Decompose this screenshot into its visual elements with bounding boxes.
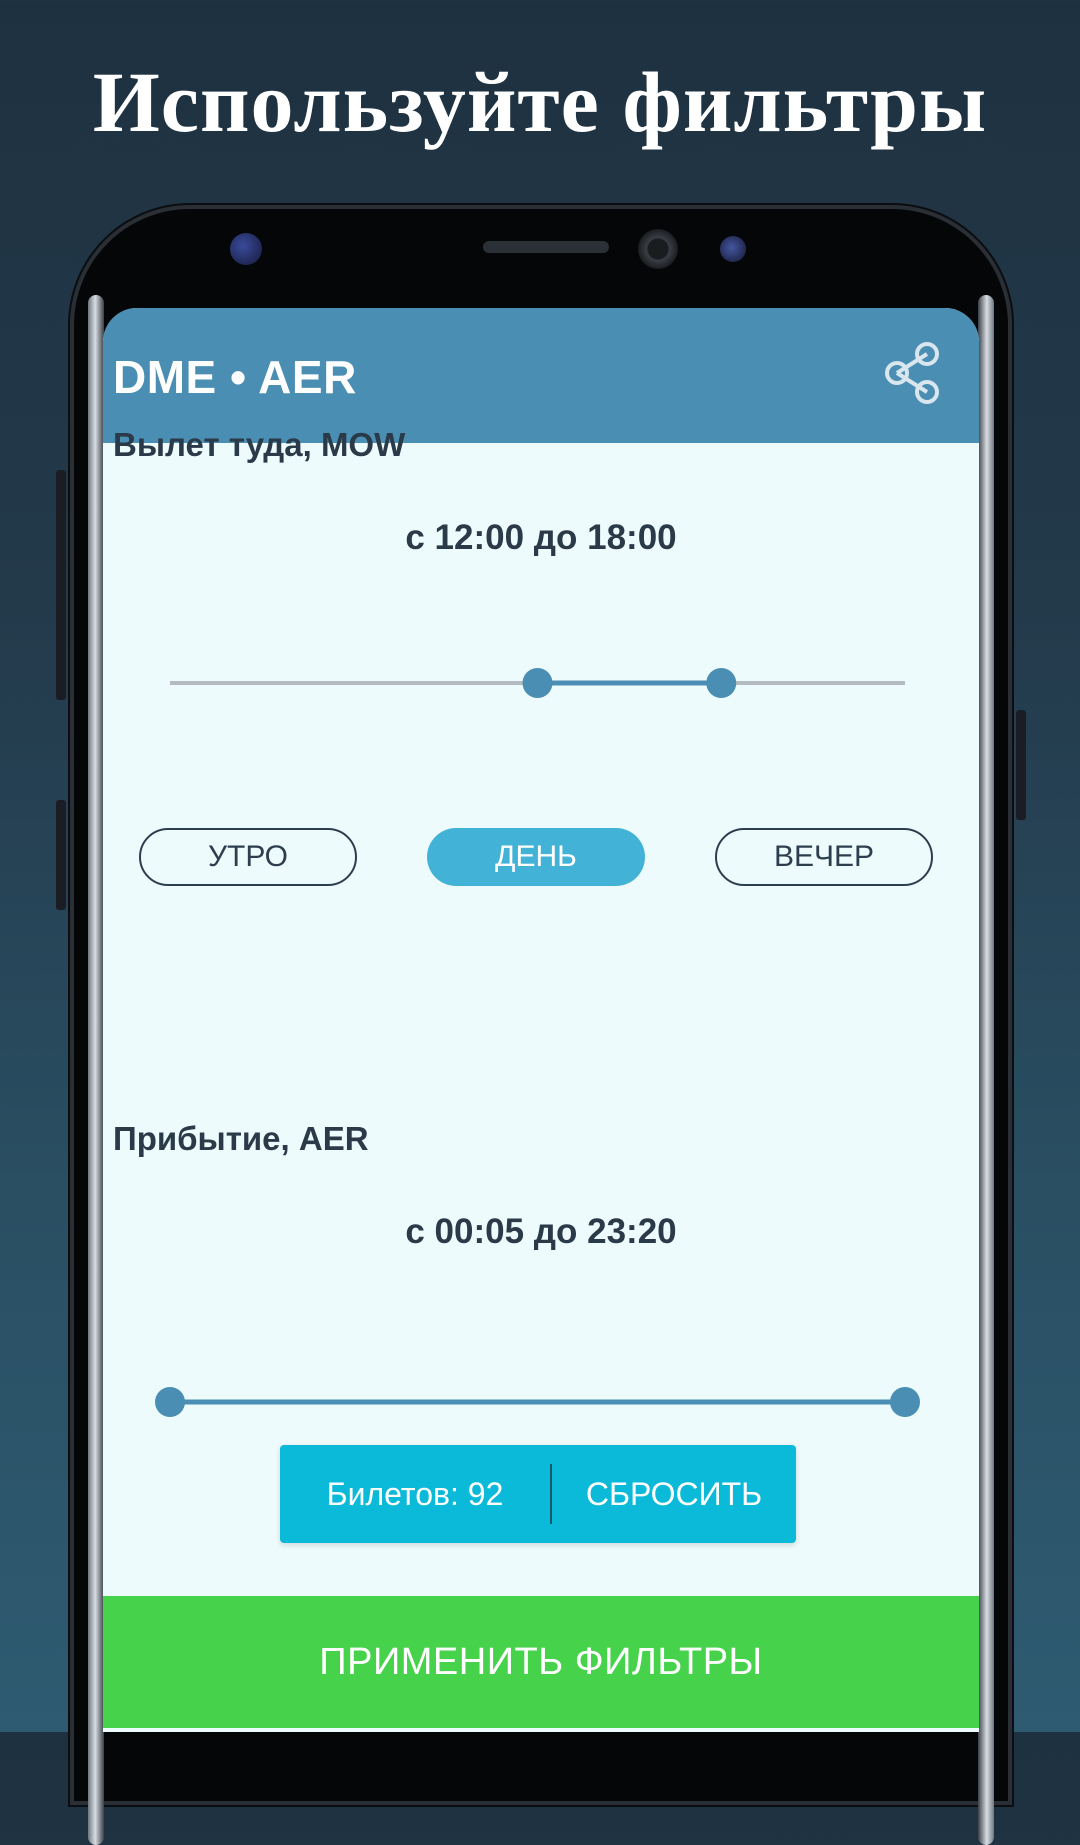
share-button[interactable] (877, 338, 947, 408)
apply-filters-button[interactable]: ПРИМЕНИТЬ ФИЛЬТРЫ (103, 1596, 979, 1728)
reset-button[interactable]: СБРОСИТЬ (552, 1476, 796, 1513)
front-sensor (230, 233, 262, 265)
app-bar: DME • AER (103, 308, 979, 443)
volume-button (56, 470, 66, 700)
chip-evening[interactable]: ВЕЧЕР (715, 828, 933, 886)
arrival-time-slider[interactable] (103, 1382, 979, 1422)
slider-thumb-high (890, 1387, 920, 1417)
phone-edge-right (978, 295, 994, 1845)
promo-headline: Используйте фильтры (92, 54, 988, 150)
arrival-label: Прибытие, AER (113, 1120, 369, 1157)
departure-time-slider[interactable] (103, 663, 979, 703)
ticket-count: Билетов: 92 (326, 1475, 504, 1512)
slider-thumb-high (706, 668, 737, 698)
chip-day[interactable]: ДЕНЬ (427, 828, 645, 886)
power-button (1016, 710, 1026, 820)
departure-range-text: с 12:00 до 18:00 (405, 518, 677, 557)
app-screen: DME • AER Вылет туда, MOW с 12:00 до 18:… (103, 308, 979, 1732)
front-camera (638, 229, 678, 269)
slider-thumb-low (522, 668, 553, 698)
arrival-range-text: с 00:05 до 23:20 (405, 1212, 677, 1251)
earpiece-speaker (483, 241, 609, 253)
chip-morning[interactable]: УТРО (139, 828, 357, 886)
route-title: DME • AER (113, 351, 357, 403)
slider-thumb-low (155, 1387, 185, 1417)
share-icon (885, 342, 939, 404)
iris-sensor (720, 236, 746, 262)
departure-label: Вылет туда, MOW (113, 426, 406, 463)
bixby-button (56, 800, 66, 910)
phone-edge-left (88, 295, 104, 1845)
results-snackbar: Билетов: 92 СБРОСИТЬ (280, 1445, 796, 1543)
